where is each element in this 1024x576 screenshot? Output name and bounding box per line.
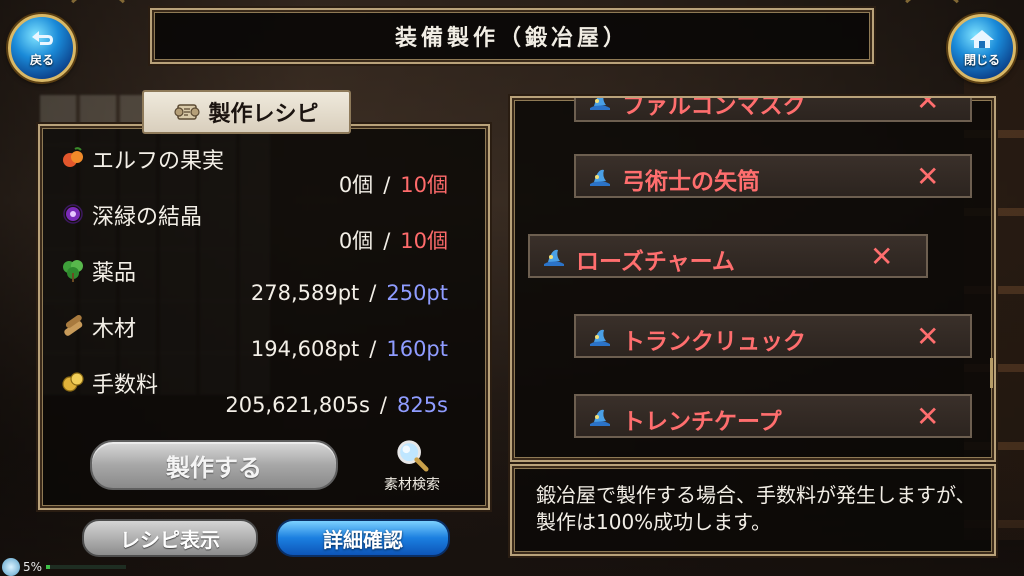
list-item[interactable]: ファルコンマスク ✕ <box>574 96 972 122</box>
item-name: トレンチケープ <box>622 409 782 435</box>
quantity-separator: / <box>369 281 377 305</box>
gem-icon <box>2 558 20 576</box>
list-scrollbar[interactable] <box>990 358 993 388</box>
item-name: ファルコンマスク <box>622 96 806 119</box>
recipe-tab: 製作レシピ <box>142 90 351 134</box>
hat-icon <box>590 169 610 186</box>
list-item-selected[interactable]: ローズチャーム ✕ <box>528 234 928 278</box>
back-button-label: 戻る <box>29 52 54 67</box>
unavailable-icon: ✕ <box>916 160 940 193</box>
material-have: 278,589pt <box>250 281 360 305</box>
material-name: 深緑の結晶 <box>92 205 203 230</box>
list-item[interactable]: 弓術士の矢筒 ✕ <box>574 154 972 198</box>
progress-percent: 5% <box>23 560 43 574</box>
home-icon <box>970 29 994 48</box>
title-bar: 装備製作（鍛冶屋） <box>150 8 874 64</box>
material-have: 205,621,805s <box>225 393 370 417</box>
unavailable-icon: ✕ <box>916 96 940 117</box>
material-need: 160pt <box>386 337 448 361</box>
progress-indicator: 5% <box>0 558 140 576</box>
unavailable-icon: ✕ <box>916 320 940 353</box>
material-have: 194,608pt <box>250 337 360 361</box>
material-quantity: 0個 / 10個 <box>339 169 448 199</box>
material-search-label: 素材検索 <box>384 477 440 493</box>
item-name: トランクリュック <box>622 329 806 355</box>
close-button-label: 閉じる <box>963 52 1000 67</box>
material-quantity: 194,608pt / 160pt <box>251 337 448 361</box>
progress-bar <box>46 565 127 569</box>
list-item[interactable]: トレンチケープ ✕ <box>574 394 972 438</box>
herb-icon <box>63 260 83 282</box>
quantity-separator: / <box>379 393 387 417</box>
quantity-separator: / <box>383 173 391 197</box>
material-have: 0個 <box>338 229 374 253</box>
hat-icon <box>590 98 610 110</box>
recipe-view-button[interactable]: レシピ表示 <box>82 519 258 557</box>
crystal-icon <box>63 204 83 224</box>
equipment-list-panel[interactable]: ファルコンマスク ✕ 弓術士の矢筒 ✕ ローズチャーム ✕ トランクリュック ✕… <box>510 96 996 462</box>
material-name: 木材 <box>92 317 137 342</box>
material-quantity: 278,589pt / 250pt <box>251 281 448 305</box>
material-name: 薬品 <box>92 261 137 286</box>
back-arrow-icon <box>32 30 53 45</box>
material-name: 手数料 <box>92 373 159 398</box>
back-button[interactable]: 戻る <box>8 14 76 82</box>
fruit-icon <box>63 147 83 167</box>
detail-confirm-button[interactable]: 詳細確認 <box>276 519 450 557</box>
wood-icon <box>64 314 83 336</box>
page-title: 装備製作（鍛冶屋） <box>394 26 629 51</box>
hat-icon <box>590 329 610 346</box>
scroll-icon <box>174 104 201 120</box>
message-text: 鍛冶屋で製作する場合、手数料が発生しますが、製作は100%成功します。 <box>536 483 976 534</box>
unavailable-icon: ✕ <box>916 400 940 433</box>
item-name: 弓術士の矢筒 <box>622 169 760 195</box>
magnifier-icon <box>397 440 429 472</box>
quantity-separator: / <box>383 229 391 253</box>
material-search-button[interactable]: 素材検索 <box>372 438 452 494</box>
quantity-separator: / <box>369 337 377 361</box>
craft-button[interactable]: 製作する <box>90 440 338 490</box>
material-need: 250pt <box>386 281 448 305</box>
material-quantity: 205,621,805s / 825s <box>225 393 448 417</box>
material-need: 10個 <box>400 173 448 197</box>
hat-icon <box>544 249 564 266</box>
material-need: 10個 <box>400 229 448 253</box>
unavailable-icon: ✕ <box>870 240 894 273</box>
material-name: エルフの果実 <box>92 149 225 174</box>
progress-fill <box>46 565 51 569</box>
material-need: 825s <box>396 393 448 417</box>
message-panel: 鍛冶屋で製作する場合、手数料が発生しますが、製作は100%成功します。 <box>510 464 996 556</box>
close-button[interactable]: 閉じる <box>948 14 1016 82</box>
item-name: ローズチャーム <box>576 249 735 275</box>
list-item[interactable]: トランクリュック ✕ <box>574 314 972 358</box>
recipe-tab-label: 製作レシピ <box>208 102 319 127</box>
material-quantity: 0個 / 10個 <box>339 225 448 255</box>
coin-icon <box>62 372 84 392</box>
hat-icon <box>590 409 610 426</box>
material-have: 0個 <box>338 173 374 197</box>
